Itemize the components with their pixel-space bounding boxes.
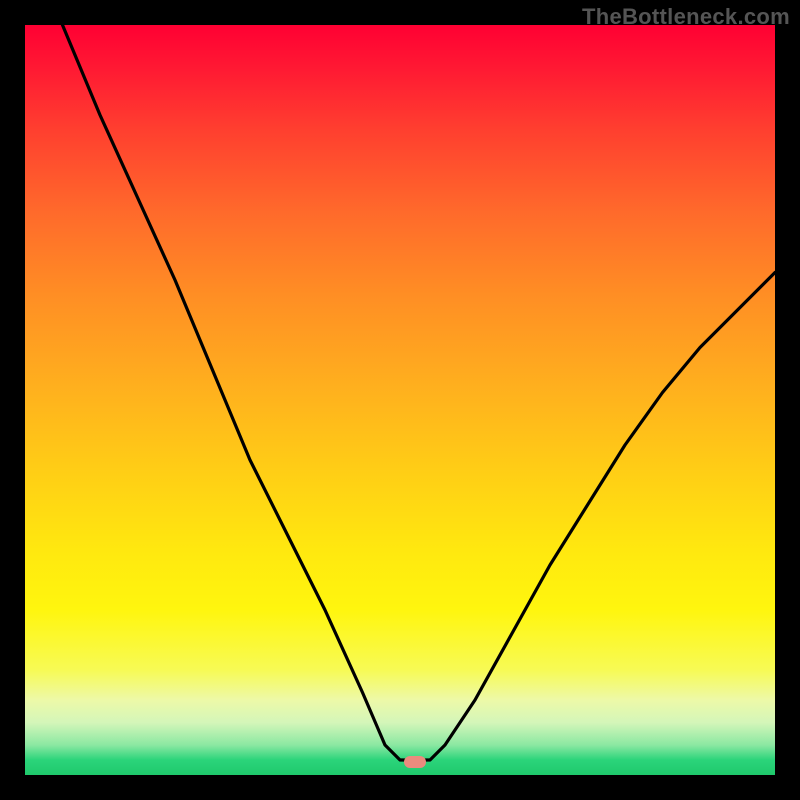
plot-area — [25, 25, 775, 775]
bottleneck-marker — [404, 756, 426, 768]
curve-line — [25, 25, 775, 775]
chart-frame: TheBottleneck.com — [0, 0, 800, 800]
watermark-text: TheBottleneck.com — [582, 4, 790, 30]
